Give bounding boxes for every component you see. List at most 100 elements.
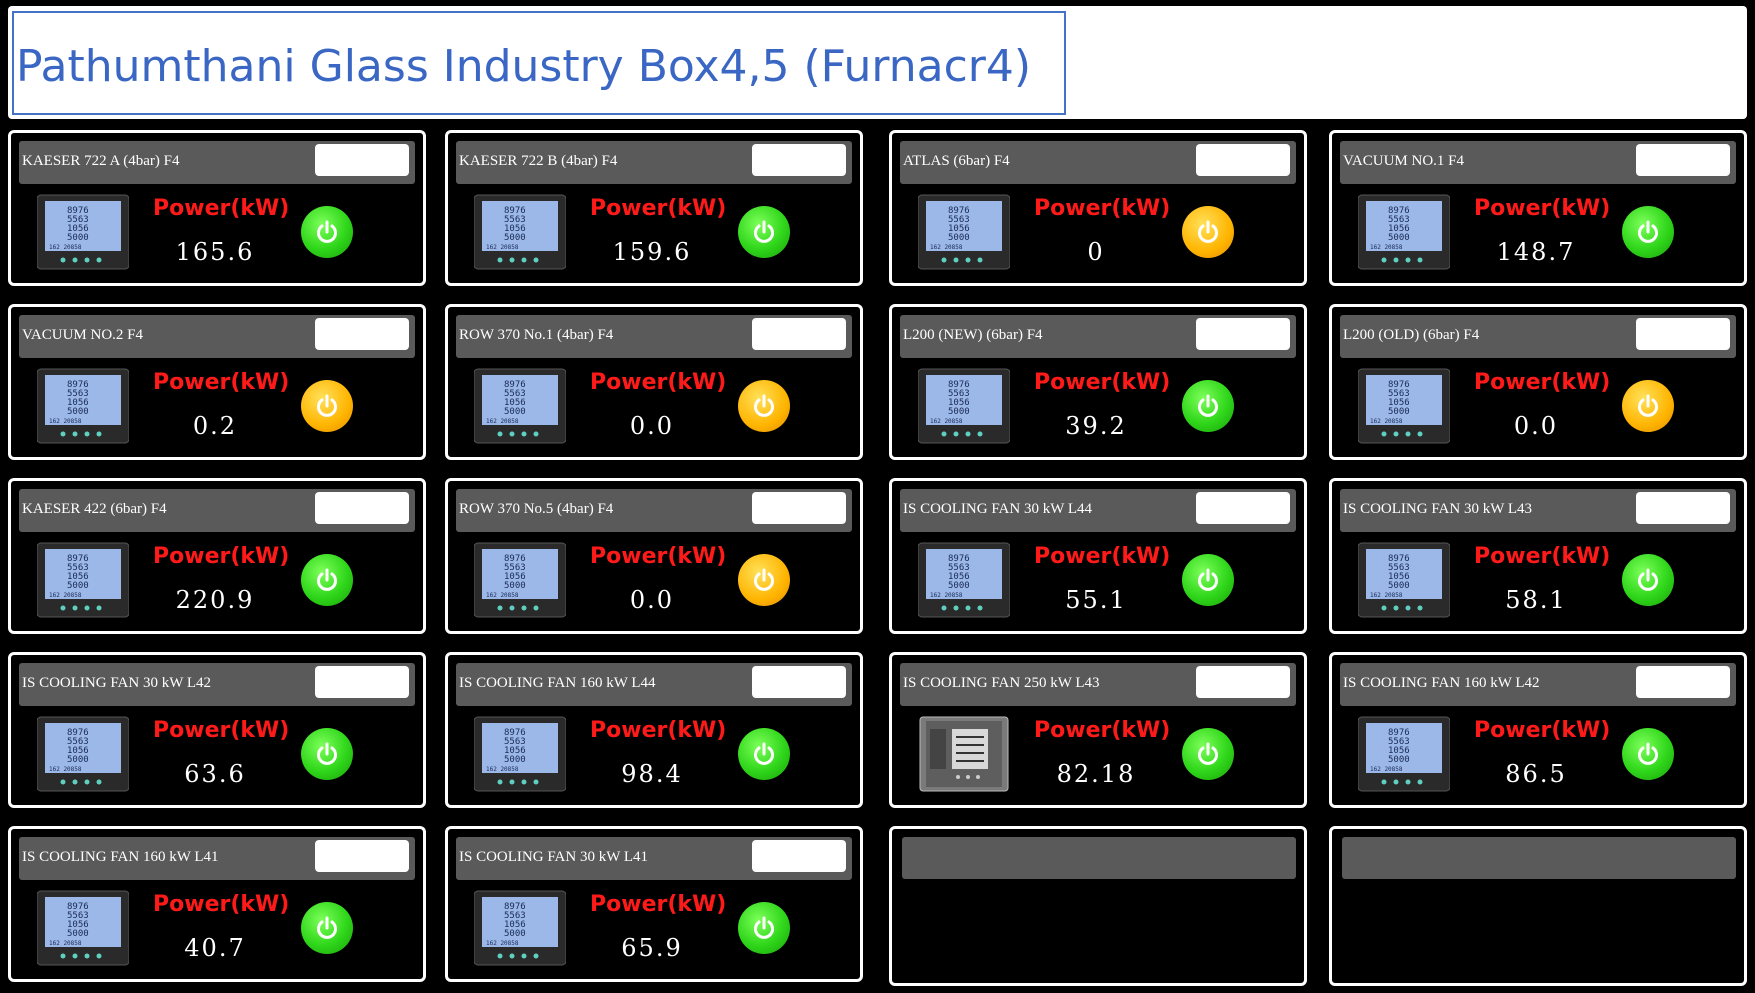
- lcd-meter-icon: 8976 5563 1056 5000 162 20858: [1357, 367, 1451, 445]
- lcd-meter-icon: 8976 5563 1056 5000 162 20858: [1357, 541, 1451, 619]
- svg-text:162 20858: 162 20858: [1370, 592, 1403, 599]
- power-label: Power(kW): [1034, 544, 1171, 569]
- power-label: Power(kW): [1474, 718, 1611, 743]
- device-status-field[interactable]: [315, 144, 409, 176]
- power-button-icon[interactable]: [738, 380, 790, 432]
- device-status-field[interactable]: [1196, 492, 1290, 524]
- power-button-icon[interactable]: [1182, 380, 1234, 432]
- svg-text:5000: 5000: [504, 407, 526, 417]
- device-name: IS COOLING FAN 30 kW L41: [459, 849, 649, 865]
- power-button-icon[interactable]: [738, 554, 790, 606]
- device-status-field[interactable]: [752, 318, 846, 350]
- power-button-icon[interactable]: [301, 902, 353, 954]
- power-button-icon[interactable]: [1182, 554, 1234, 606]
- device-status-field[interactable]: [315, 666, 409, 698]
- device-card: IS COOLING FAN 30 kW L44 8976 5563 1056 …: [889, 478, 1307, 634]
- device-status-field[interactable]: [752, 666, 846, 698]
- power-value: 0.0: [629, 412, 675, 440]
- power-label: Power(kW): [1474, 196, 1611, 221]
- power-label: Power(kW): [590, 544, 727, 569]
- device-status-field[interactable]: [1636, 318, 1730, 350]
- svg-text:162 20858: 162 20858: [49, 766, 82, 773]
- device-card: IS COOLING FAN 30 kW L43 8976 5563 1056 …: [1329, 478, 1747, 634]
- svg-text:162 20858: 162 20858: [49, 244, 82, 251]
- device-status-field[interactable]: [315, 318, 409, 350]
- device-card: IS COOLING FAN 250 kW L43 Power(kW) 82.18: [889, 652, 1307, 808]
- power-button-icon[interactable]: [738, 902, 790, 954]
- power-value: 40.7: [184, 934, 246, 962]
- svg-text:5000: 5000: [948, 581, 970, 591]
- power-value: 165.6: [175, 238, 255, 266]
- device-name: VACUUM NO.2 F4: [22, 327, 143, 343]
- power-button-icon[interactable]: [301, 380, 353, 432]
- device-card: VACUUM NO.1 F4 8976 5563 1056 5000 162 2…: [1329, 130, 1747, 286]
- power-label: Power(kW): [153, 196, 290, 221]
- power-value: 98.4: [621, 760, 683, 788]
- power-label: Power(kW): [1034, 718, 1171, 743]
- device-status-field[interactable]: [752, 492, 846, 524]
- svg-text:162 20858: 162 20858: [930, 418, 963, 425]
- power-button-icon[interactable]: [1182, 206, 1234, 258]
- power-button-icon[interactable]: [301, 206, 353, 258]
- svg-text:5000: 5000: [67, 929, 89, 939]
- device-card-head: IS COOLING FAN 160 kW L42: [1340, 663, 1736, 706]
- device-status-field[interactable]: [1196, 666, 1290, 698]
- device-card-head: VACUUM NO.2 F4: [19, 315, 415, 358]
- device-card-head: VACUUM NO.1 F4: [1340, 141, 1736, 184]
- device-name: ROW 370 No.1 (4bar) F4: [459, 327, 614, 343]
- power-label: Power(kW): [590, 718, 727, 743]
- device-name: IS COOLING FAN 160 kW L41: [22, 849, 219, 865]
- device-status-field[interactable]: [1636, 492, 1730, 524]
- device-status-field[interactable]: [1636, 144, 1730, 176]
- device-card: VACUUM NO.2 F4 8976 5563 1056 5000 162 2…: [8, 304, 426, 460]
- device-name: VACUUM NO.1 F4: [1343, 153, 1464, 169]
- power-button-icon[interactable]: [1622, 206, 1674, 258]
- device-card: IS COOLING FAN 160 kW L44 8976 5563 1056…: [445, 652, 863, 808]
- svg-text:5000: 5000: [504, 929, 526, 939]
- device-name: IS COOLING FAN 160 kW L42: [1343, 675, 1540, 691]
- power-button-icon[interactable]: [738, 728, 790, 780]
- lcd-meter-icon: 8976 5563 1056 5000 162 20858: [917, 541, 1011, 619]
- device-status-field[interactable]: [1636, 666, 1730, 698]
- device-status-field[interactable]: [1196, 144, 1290, 176]
- power-value: 159.6: [612, 238, 692, 266]
- device-status-field[interactable]: [315, 840, 409, 872]
- power-button-icon[interactable]: [1622, 554, 1674, 606]
- device-card: ROW 370 No.5 (4bar) F4 8976 5563 1056 50…: [445, 478, 863, 634]
- device-status-field[interactable]: [752, 840, 846, 872]
- device-status-field[interactable]: [315, 492, 409, 524]
- power-value: 63.6: [184, 760, 246, 788]
- device-name: IS COOLING FAN 160 kW L44: [459, 675, 656, 691]
- device-name: L200 (OLD) (6bar) F4: [1343, 327, 1480, 343]
- device-name: IS COOLING FAN 250 kW L43: [903, 675, 1100, 691]
- device-card: KAESER 722 B (4bar) F4 8976 5563 1056 50…: [445, 130, 863, 286]
- power-button-icon[interactable]: [301, 554, 353, 606]
- lcd-meter-icon: 8976 5563 1056 5000 162 20858: [1357, 715, 1451, 793]
- svg-text:5000: 5000: [67, 755, 89, 765]
- power-button-icon[interactable]: [1622, 728, 1674, 780]
- power-button-icon[interactable]: [738, 206, 790, 258]
- lcd-meter-icon: 8976 5563 1056 5000 162 20858: [473, 367, 567, 445]
- power-button-icon[interactable]: [301, 728, 353, 780]
- device-card-head: KAESER 722 B (4bar) F4: [456, 141, 852, 184]
- svg-text:5000: 5000: [1388, 233, 1410, 243]
- power-label: Power(kW): [1474, 544, 1611, 569]
- svg-text:5000: 5000: [1388, 407, 1410, 417]
- device-status-field[interactable]: [1196, 318, 1290, 350]
- panel-meter-icon: [918, 715, 1010, 793]
- svg-text:162 20858: 162 20858: [486, 940, 519, 947]
- device-card: IS COOLING FAN 160 kW L42 8976 5563 1056…: [1329, 652, 1747, 808]
- device-card: ROW 370 No.1 (4bar) F4 8976 5563 1056 50…: [445, 304, 863, 460]
- device-card-head: IS COOLING FAN 30 kW L42: [19, 663, 415, 706]
- lcd-meter-icon: 8976 5563 1056 5000 162 20858: [36, 541, 130, 619]
- svg-text:162 20858: 162 20858: [930, 244, 963, 251]
- power-value: 0.0: [1513, 412, 1559, 440]
- svg-text:5000: 5000: [1388, 581, 1410, 591]
- device-status-field[interactable]: [752, 144, 846, 176]
- power-button-icon[interactable]: [1182, 728, 1234, 780]
- power-button-icon[interactable]: [1622, 380, 1674, 432]
- lcd-meter-icon: 8976 5563 1056 5000 162 20858: [1357, 193, 1451, 271]
- svg-text:162 20858: 162 20858: [1370, 418, 1403, 425]
- lcd-meter-icon: 8976 5563 1056 5000 162 20858: [917, 193, 1011, 271]
- lcd-meter-icon: 8976 5563 1056 5000 162 20858: [473, 193, 567, 271]
